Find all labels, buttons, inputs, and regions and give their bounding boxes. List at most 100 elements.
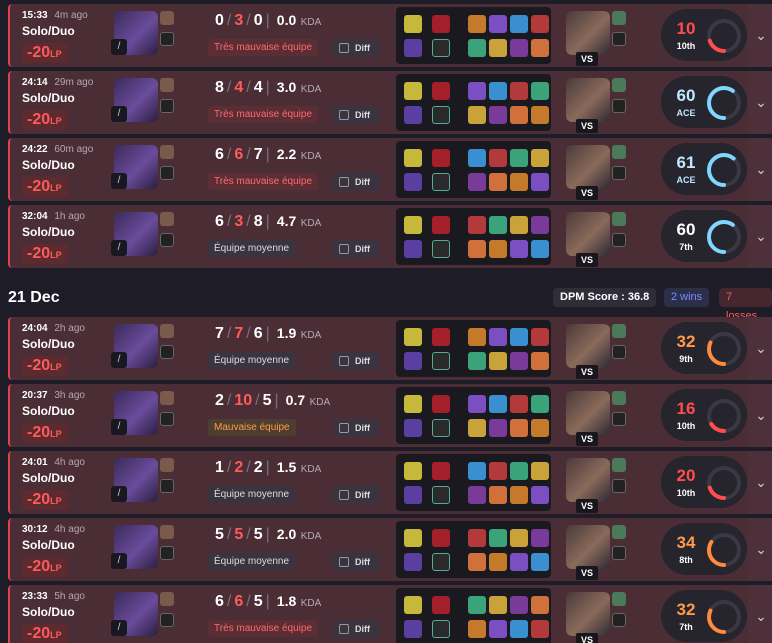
lane-opponent-icon[interactable] xyxy=(160,78,174,92)
opponent-champion-icon[interactable] xyxy=(612,458,626,472)
opponent-champion-icon[interactable] xyxy=(612,391,626,405)
expand-chevron-icon[interactable]: ⌄ xyxy=(748,138,772,201)
item-icon[interactable] xyxy=(510,39,528,57)
item-icon[interactable] xyxy=(489,419,507,437)
item-icon[interactable] xyxy=(531,39,549,57)
item-icon[interactable] xyxy=(468,106,486,124)
match-row[interactable]: 30:12 4h ago Solo/Duo -20LP / 5/5/5 | 2.0 KDA É… xyxy=(8,518,772,581)
item-icon[interactable] xyxy=(468,395,486,413)
item-icon[interactable] xyxy=(489,328,507,346)
item-icon[interactable] xyxy=(468,529,486,547)
secondary-rune-icon[interactable] xyxy=(432,240,450,258)
expand-chevron-icon[interactable]: ⌄ xyxy=(748,518,772,581)
item-icon[interactable] xyxy=(489,620,507,638)
item-icon[interactable] xyxy=(510,553,528,571)
summoner-spell-flash-icon[interactable] xyxy=(404,596,422,614)
item-icon[interactable] xyxy=(510,173,528,191)
secondary-rune-icon[interactable] xyxy=(432,553,450,571)
item-icon[interactable] xyxy=(489,596,507,614)
opponent-portrait[interactable] xyxy=(566,78,610,122)
item-icon[interactable] xyxy=(531,419,549,437)
match-row[interactable]: 23:33 5h ago Solo/Duo -20LP / 6/6/5 | 1.8 KDA T… xyxy=(8,585,772,643)
lane-opponent-icon[interactable] xyxy=(160,458,174,472)
opponent-champion-icon[interactable] xyxy=(612,592,626,606)
lane-opponent-icon[interactable] xyxy=(160,525,174,539)
item-icon[interactable] xyxy=(510,486,528,504)
item-icon[interactable] xyxy=(489,39,507,57)
summoner-spell-flash-icon[interactable] xyxy=(404,216,422,234)
diff-button[interactable]: Diff xyxy=(333,173,379,191)
opponent-portrait[interactable] xyxy=(566,458,610,502)
secondary-rune-icon[interactable] xyxy=(432,106,450,124)
keystone-rune-icon[interactable] xyxy=(432,15,450,33)
lane-opponent-icon[interactable] xyxy=(160,324,174,338)
item-icon[interactable] xyxy=(489,529,507,547)
match-row[interactable]: 24:14 29m ago Solo/Duo -20LP / 8/4/4 | 3.0 KDA… xyxy=(8,71,772,134)
item-icon[interactable] xyxy=(489,216,507,234)
item-icon[interactable] xyxy=(468,486,486,504)
opponent-portrait[interactable] xyxy=(566,592,610,636)
item-icon[interactable] xyxy=(468,173,486,191)
item-icon[interactable] xyxy=(510,596,528,614)
diff-button[interactable]: Diff xyxy=(333,352,379,370)
summoner-spell-icon[interactable] xyxy=(404,352,422,370)
item-icon[interactable] xyxy=(468,596,486,614)
item-icon[interactable] xyxy=(510,462,528,480)
item-icon[interactable] xyxy=(489,149,507,167)
match-row[interactable]: 15:33 4m ago Solo/Duo -20LP / 0/3/0 | 0.0 KDA T… xyxy=(8,4,772,67)
item-icon[interactable] xyxy=(510,419,528,437)
item-icon[interactable] xyxy=(468,352,486,370)
lane-opponent-icon[interactable] xyxy=(160,145,174,159)
item-icon[interactable] xyxy=(489,82,507,100)
item-icon[interactable] xyxy=(531,620,549,638)
item-icon[interactable] xyxy=(489,352,507,370)
expand-chevron-icon[interactable]: ⌄ xyxy=(748,384,772,447)
item-icon[interactable] xyxy=(510,240,528,258)
summoner-spell-icon[interactable] xyxy=(404,620,422,638)
item-icon[interactable] xyxy=(531,352,549,370)
item-icon[interactable] xyxy=(531,395,549,413)
item-icon[interactable] xyxy=(531,173,549,191)
lane-opponent-icon[interactable] xyxy=(160,391,174,405)
item-icon[interactable] xyxy=(510,529,528,547)
expand-chevron-icon[interactable]: ⌄ xyxy=(748,451,772,514)
item-icon[interactable] xyxy=(531,15,549,33)
item-icon[interactable] xyxy=(489,395,507,413)
keystone-rune-icon[interactable] xyxy=(432,596,450,614)
summoner-spell-flash-icon[interactable] xyxy=(404,15,422,33)
lane-opponent-icon[interactable] xyxy=(160,212,174,226)
item-icon[interactable] xyxy=(531,529,549,547)
diff-button[interactable]: Diff xyxy=(333,620,379,638)
opponent-portrait[interactable] xyxy=(566,391,610,435)
expand-chevron-icon[interactable]: ⌄ xyxy=(748,585,772,643)
item-icon[interactable] xyxy=(510,216,528,234)
expand-chevron-icon[interactable]: ⌄ xyxy=(748,317,772,380)
opponent-portrait[interactable] xyxy=(566,145,610,189)
item-icon[interactable] xyxy=(489,106,507,124)
keystone-rune-icon[interactable] xyxy=(432,529,450,547)
match-row[interactable]: 24:22 60m ago Solo/Duo -20LP / 6/6/7 | 2.2 KDA… xyxy=(8,138,772,201)
summoner-spell-flash-icon[interactable] xyxy=(404,462,422,480)
diff-button[interactable]: Diff xyxy=(333,240,379,258)
diff-button[interactable]: Diff xyxy=(333,486,379,504)
keystone-rune-icon[interactable] xyxy=(432,82,450,100)
item-icon[interactable] xyxy=(531,328,549,346)
item-icon[interactable] xyxy=(489,462,507,480)
item-icon[interactable] xyxy=(531,596,549,614)
lane-opponent-icon[interactable] xyxy=(160,11,174,25)
lane-opponent-icon[interactable] xyxy=(160,592,174,606)
summoner-spell-icon[interactable] xyxy=(404,106,422,124)
diff-button[interactable]: Diff xyxy=(333,553,379,571)
item-icon[interactable] xyxy=(489,173,507,191)
keystone-rune-icon[interactable] xyxy=(432,462,450,480)
diff-button[interactable]: Diff xyxy=(333,106,379,124)
opponent-portrait[interactable] xyxy=(566,11,610,55)
summoner-spell-icon[interactable] xyxy=(404,173,422,191)
item-icon[interactable] xyxy=(510,106,528,124)
item-icon[interactable] xyxy=(468,328,486,346)
item-icon[interactable] xyxy=(531,216,549,234)
keystone-rune-icon[interactable] xyxy=(432,216,450,234)
summoner-spell-flash-icon[interactable] xyxy=(404,82,422,100)
opponent-champion-icon[interactable] xyxy=(612,324,626,338)
item-icon[interactable] xyxy=(510,395,528,413)
